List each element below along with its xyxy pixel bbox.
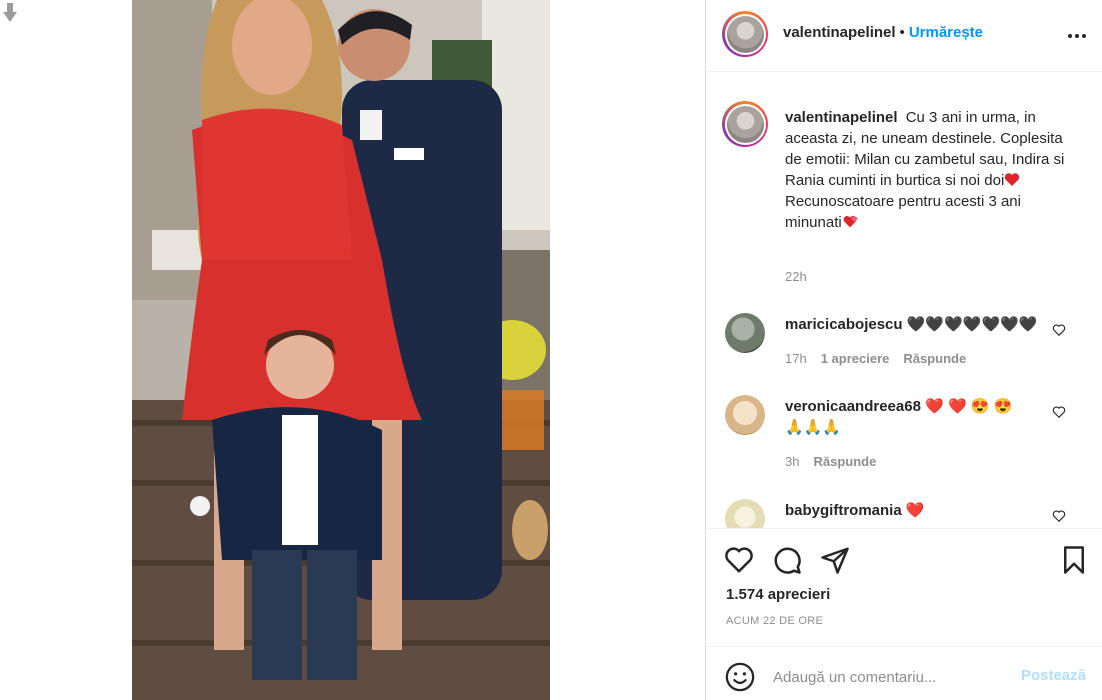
comment-time[interactable]: 17h	[785, 351, 807, 366]
comment-heart-icon[interactable]	[1052, 323, 1066, 337]
comment-heart-icon[interactable]	[1052, 405, 1066, 419]
comment-text: ❤️	[905, 502, 925, 519]
more-options-icon[interactable]	[1068, 34, 1086, 38]
post-comment-button[interactable]: Postează	[1021, 667, 1086, 684]
reply-button[interactable]: Răspunde	[903, 351, 966, 366]
comment-meta: 3h Răspunde	[785, 454, 890, 469]
bookmark-icon[interactable]	[1059, 545, 1089, 575]
comment-text-line: veronicaandreea68 ❤️ ❤️ 😍 😍	[785, 396, 1012, 417]
comment-username[interactable]: babygiftromania	[785, 502, 902, 519]
comment-text-line: maricicabojescu 🖤🖤🖤🖤🖤🖤🖤	[785, 314, 1037, 335]
caption-username[interactable]: valentinapelinel	[785, 109, 898, 126]
comment-likes[interactable]: 1 apreciere	[821, 351, 890, 366]
add-comment-bar: Postează	[706, 646, 1102, 700]
caption-avatar[interactable]	[722, 101, 768, 147]
caption-time[interactable]: 22h	[785, 269, 807, 284]
comment-icon[interactable]	[772, 545, 802, 575]
post-photo[interactable]	[132, 0, 550, 700]
header-separator: •	[899, 24, 905, 41]
instagram-post-modal: valentinapelinel • Urmărește valentinapeli…	[0, 0, 1102, 700]
comment-text: ❤️ ❤️ 😍 😍	[925, 398, 1013, 415]
caption-text: valentinapelinel Cu 3 ani in urma, in ac…	[785, 107, 1075, 233]
author-username[interactable]: valentinapelinel	[783, 24, 896, 41]
two-hearts-emoji-icon	[843, 216, 858, 228]
author-avatar[interactable]	[722, 11, 768, 57]
comment-text-line-2: 🙏🙏🙏	[785, 419, 842, 436]
likes-count[interactable]: 1.574 aprecieri	[726, 586, 830, 603]
post-timestamp[interactable]: ACUM 22 DE ORE	[726, 615, 823, 627]
action-bar: 1.574 aprecieri ACUM 22 DE ORE	[706, 528, 1102, 636]
comment-username[interactable]: veronicaandreea68	[785, 398, 921, 415]
details-pane: valentinapelinel • Urmărește valentinapeli…	[706, 0, 1102, 700]
download-arrow-icon[interactable]	[2, 3, 18, 23]
comments-section[interactable]: valentinapelinel Cu 3 ani in urma, in ac…	[706, 73, 1102, 528]
red-heart-emoji-icon	[1005, 173, 1020, 186]
caption-line-2: Recunoscatoare pentru acesti 3 ani minun…	[785, 193, 1021, 231]
avatar-image	[726, 105, 764, 143]
commenter-avatar[interactable]	[725, 395, 765, 435]
comment-input[interactable]	[773, 665, 1013, 689]
comment-text-line: babygiftromania ❤️	[785, 500, 925, 521]
comment-text: 🖤🖤🖤🖤🖤🖤🖤	[906, 316, 1038, 333]
follow-button[interactable]: Urmărește	[909, 24, 983, 41]
photo-illustration	[132, 0, 550, 700]
comment-heart-icon[interactable]	[1052, 509, 1066, 523]
emoji-icon[interactable]	[725, 662, 755, 692]
avatar-image	[726, 15, 764, 53]
comment-meta: 17h 1 apreciere Răspunde	[785, 351, 980, 366]
media-pane	[0, 0, 706, 700]
comment-username[interactable]: maricicabojescu	[785, 316, 903, 333]
commenter-avatar[interactable]	[725, 313, 765, 353]
commenter-avatar[interactable]	[725, 499, 765, 528]
header-user-line: valentinapelinel • Urmărește	[783, 24, 983, 41]
reply-button[interactable]: Răspunde	[813, 454, 876, 469]
post-header: valentinapelinel • Urmărește	[706, 0, 1102, 72]
share-icon[interactable]	[820, 545, 850, 575]
heart-icon[interactable]	[724, 545, 754, 575]
comment-time[interactable]: 3h	[785, 454, 799, 469]
